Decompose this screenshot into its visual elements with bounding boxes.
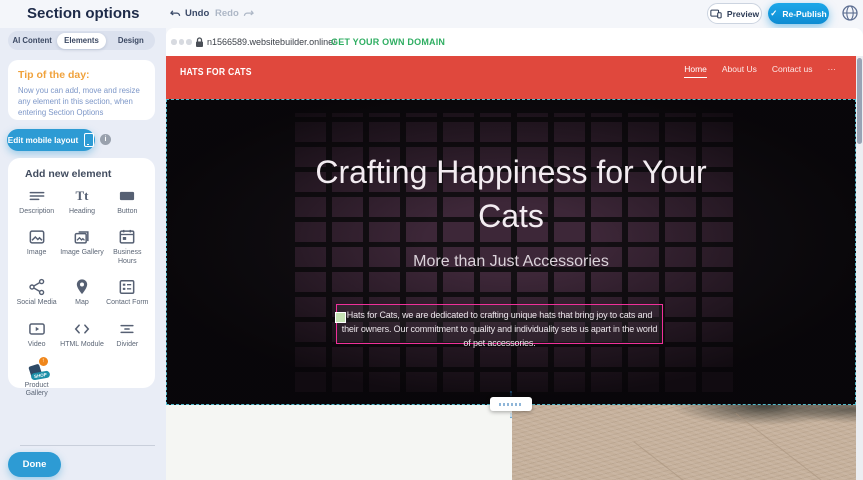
lock-icon	[195, 37, 204, 48]
get-domain-link[interactable]: GET YOUR OWN DOMAIN	[331, 37, 445, 47]
redo-button[interactable]: Redo	[215, 8, 254, 19]
nav-about[interactable]: About Us	[722, 64, 757, 77]
next-section-image	[512, 405, 863, 480]
check-icon: ✓	[770, 8, 777, 19]
element-contact-form[interactable]: Contact Form	[105, 277, 150, 307]
nav-home[interactable]: Home	[684, 64, 707, 78]
arrow-down-icon: ↓	[509, 411, 514, 419]
undo-label: Undo	[185, 8, 209, 19]
element-map[interactable]: Map	[59, 277, 104, 307]
map-icon	[72, 277, 92, 297]
page-title: Section options	[27, 5, 140, 22]
nav-more-icon[interactable]: ···	[828, 64, 837, 77]
edit-mobile-layout-button[interactable]: Edit mobile layout	[7, 129, 95, 151]
description-icon	[27, 186, 47, 206]
hero-vignette	[167, 100, 855, 404]
window-dot-1	[171, 39, 177, 45]
globe-icon[interactable]	[841, 4, 859, 22]
website-builder-screen: Section options Undo Redo Preview ✓ Re-P…	[0, 0, 863, 480]
redo-label: Redo	[215, 8, 239, 19]
image-gallery-icon	[72, 227, 92, 247]
paragraph-element-selected[interactable]: Hats for Cats, we are dedicated to craft…	[336, 304, 663, 344]
element-social-media[interactable]: Social Media	[14, 277, 59, 307]
hero-title: Crafting Happiness for Your Cats	[301, 150, 721, 238]
element-heading[interactable]: Tt Heading	[59, 186, 104, 216]
image-icon	[27, 227, 47, 247]
element-business-hours[interactable]: Business Hours	[105, 227, 150, 266]
edit-mobile-label: Edit mobile layout	[8, 136, 79, 145]
info-icon[interactable]: i	[100, 134, 111, 145]
scrollbar-thumb[interactable]	[857, 58, 862, 144]
preview-label: Preview	[727, 9, 759, 19]
tab-elements[interactable]: Elements	[57, 33, 105, 49]
add-element-title: Add new element	[25, 168, 111, 180]
arrow-up-icon: ↑	[509, 389, 514, 397]
element-image-gallery[interactable]: Image Gallery	[59, 227, 104, 266]
upgrade-badge-icon: ↑	[39, 357, 48, 366]
divider-icon	[117, 319, 137, 339]
nav-contact[interactable]: Contact us	[772, 64, 813, 77]
element-grid: Description Tt Heading Button Image Imag…	[14, 186, 150, 399]
hero-paragraph: Hats for Cats, we are dedicated to craft…	[337, 305, 662, 351]
devices-icon	[710, 9, 722, 19]
social-media-icon	[27, 277, 47, 297]
element-video[interactable]: Video	[14, 319, 59, 349]
republish-label: Re-Publish	[782, 9, 826, 19]
done-button[interactable]: Done	[8, 452, 61, 477]
smartphone-icon	[84, 133, 94, 147]
window-dot-2	[179, 39, 185, 45]
element-html-module[interactable]: HTML Module	[59, 319, 104, 349]
site-logo[interactable]: HATS FOR CATS	[180, 66, 252, 78]
next-section-background	[166, 405, 512, 480]
element-button[interactable]: Button	[105, 186, 150, 216]
contact-form-icon	[117, 277, 137, 297]
tab-ai-content[interactable]: AI Content	[8, 33, 56, 49]
hero-section-selected[interactable]: Crafting Happiness for Your Cats More th…	[166, 99, 856, 405]
html-module-icon	[72, 319, 92, 339]
preview-button[interactable]: Preview	[707, 3, 762, 24]
tip-body: Now you can add, move and resize any ele…	[18, 86, 146, 119]
republish-button[interactable]: ✓ Re-Publish	[768, 3, 829, 24]
heading-icon: Tt	[75, 186, 88, 206]
grip-dots-icon	[499, 403, 523, 406]
element-divider[interactable]: Divider	[105, 319, 150, 349]
tab-design[interactable]: Design	[107, 33, 155, 49]
tip-title: Tip of the day:	[18, 69, 90, 81]
button-icon	[117, 186, 137, 206]
product-gallery-icon: SHOP ↑	[27, 360, 47, 380]
section-resize-handle[interactable]: ↑ ↓	[489, 389, 533, 420]
redo-icon	[243, 9, 254, 19]
stone-joint-line	[633, 441, 720, 480]
element-image[interactable]: Image	[14, 227, 59, 266]
resize-grip[interactable]	[490, 397, 532, 411]
panel-tabs: AI Content Elements Design	[8, 31, 155, 50]
undo-button[interactable]: Undo	[170, 8, 209, 19]
stone-joint-line	[735, 413, 838, 480]
url-field[interactable]: n1566589.websitebuilder.online/	[207, 37, 336, 47]
video-icon	[27, 319, 47, 339]
hero-subtitle: More than Just Accessories	[167, 253, 855, 271]
site-nav: Home About Us Contact us ···	[684, 64, 836, 78]
element-drag-handle[interactable]	[335, 312, 346, 323]
undo-icon	[170, 9, 181, 19]
panel-divider	[20, 445, 155, 446]
business-hours-icon	[117, 227, 137, 247]
element-description[interactable]: Description	[14, 186, 59, 216]
window-dot-3	[186, 39, 192, 45]
element-product-gallery[interactable]: SHOP ↑ Product Gallery	[14, 360, 59, 399]
